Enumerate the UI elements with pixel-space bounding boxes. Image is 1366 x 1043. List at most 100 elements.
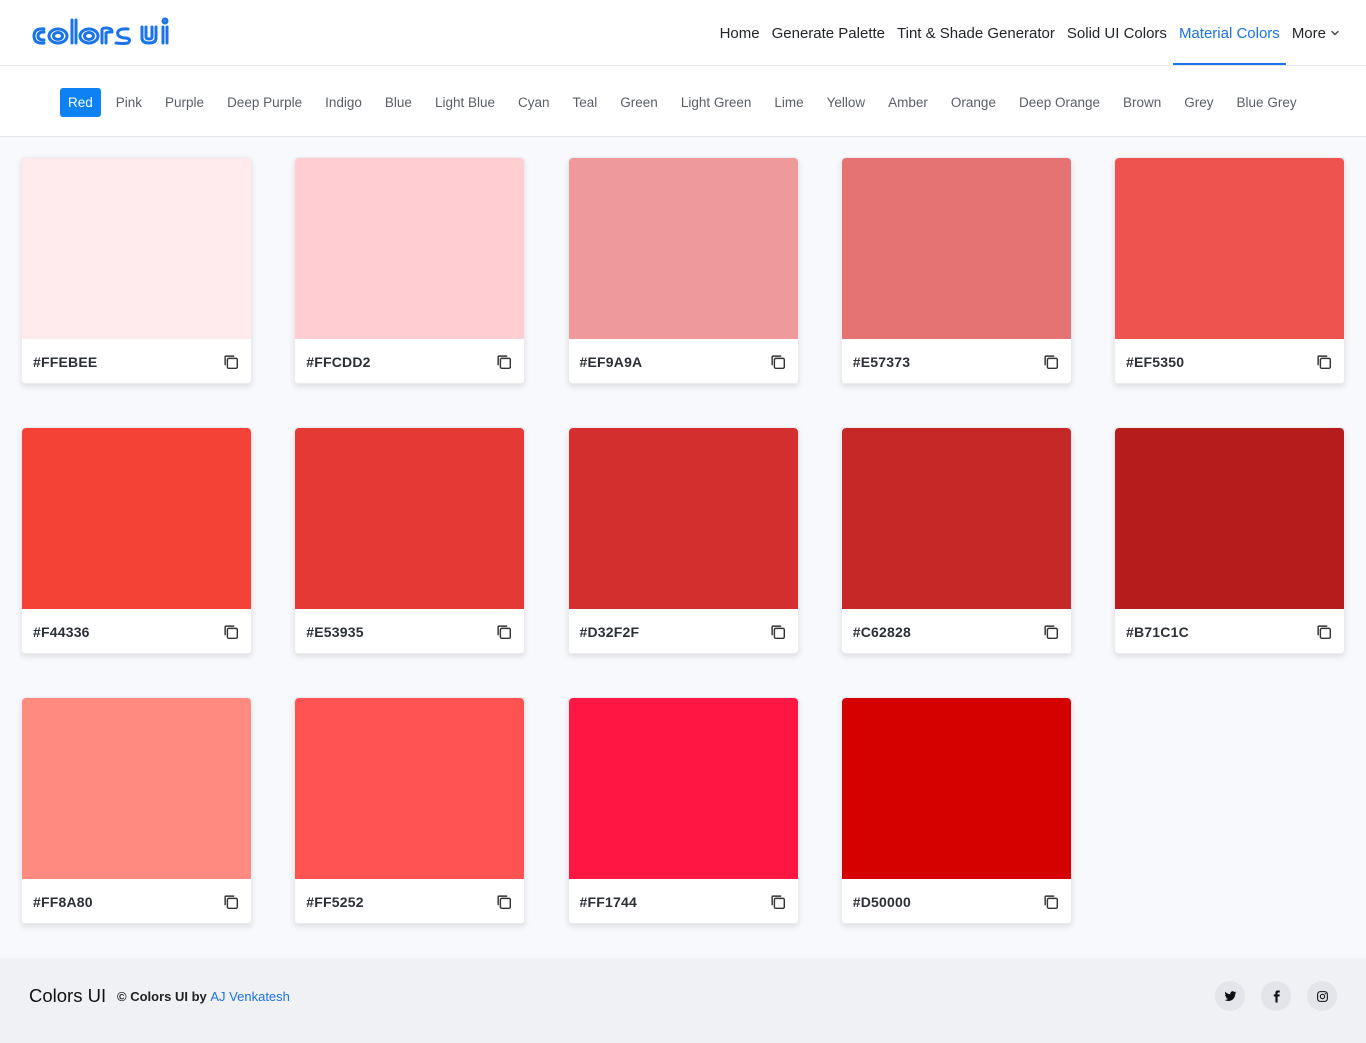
tab-amber[interactable]: Amber	[880, 88, 936, 117]
hex-code: #D32F2F	[579, 624, 640, 640]
card-footer: #FFCDD2	[295, 339, 524, 383]
card-footer: #FF8A80	[22, 879, 251, 923]
tab-light-blue[interactable]: Light Blue	[427, 88, 503, 117]
color-swatch[interactable]	[1115, 158, 1344, 339]
color-card: #F44336	[21, 427, 252, 654]
color-swatch[interactable]	[22, 428, 251, 609]
tab-brown[interactable]: Brown	[1115, 88, 1169, 117]
copy-button[interactable]	[1041, 892, 1061, 912]
copy-icon	[497, 355, 512, 370]
tab-green[interactable]: Green	[612, 88, 666, 117]
color-card: #EF9A9A	[567, 157, 799, 384]
tab-deep-orange[interactable]: Deep Orange	[1011, 88, 1108, 117]
copy-icon	[224, 625, 239, 640]
color-swatch[interactable]	[568, 158, 798, 339]
copy-icon	[224, 355, 239, 370]
hex-code: #F44336	[33, 624, 90, 640]
author-link[interactable]: AJ Venkatesh	[210, 989, 290, 1004]
nav-generate-palette[interactable]: Generate Palette	[766, 0, 891, 66]
copy-button[interactable]	[494, 352, 514, 372]
card-footer: #FF5252	[295, 879, 524, 923]
color-card: #FF8A80	[21, 697, 252, 924]
nav-material-colors[interactable]: Material Colors	[1172, 0, 1286, 66]
hex-code: #FF8A80	[33, 894, 93, 910]
hex-code: #EF9A9A	[579, 354, 643, 370]
instagram-link[interactable]	[1307, 981, 1337, 1011]
color-card: #FF5252	[294, 697, 526, 924]
color-card: #EF5350	[1114, 157, 1345, 384]
copy-button[interactable]	[494, 892, 514, 912]
color-swatch[interactable]	[295, 158, 525, 339]
copy-icon	[1044, 625, 1058, 640]
copy-button[interactable]	[221, 352, 241, 372]
tab-yellow[interactable]: Yellow	[819, 88, 874, 117]
twitter-link[interactable]	[1215, 981, 1245, 1011]
color-swatch[interactable]	[295, 698, 525, 879]
copy-icon	[770, 625, 785, 640]
copy-icon	[497, 625, 512, 640]
color-swatch[interactable]	[841, 428, 1071, 609]
nav-solid-ui-colors[interactable]: Solid UI Colors	[1061, 0, 1173, 66]
tab-cyan[interactable]: Cyan	[510, 88, 558, 117]
copy-button[interactable]	[1314, 622, 1334, 642]
copy-button[interactable]	[1314, 352, 1334, 372]
copy-button[interactable]	[221, 892, 241, 912]
color-swatch[interactable]	[295, 428, 525, 609]
tab-grey[interactable]: Grey	[1176, 88, 1221, 117]
copy-button[interactable]	[494, 622, 514, 642]
hex-code: #E57373	[852, 354, 911, 370]
color-card: #E57373	[840, 157, 1072, 384]
color-swatch[interactable]	[1115, 428, 1344, 609]
copy-button[interactable]	[1041, 352, 1061, 372]
color-card: #FFEBEE	[21, 157, 252, 384]
nav-home[interactable]: Home	[714, 0, 766, 66]
card-footer: #FF1744	[569, 879, 798, 923]
tab-blue[interactable]: Blue	[377, 88, 420, 117]
color-swatch[interactable]	[568, 698, 798, 879]
copy-icon	[224, 895, 239, 910]
tab-pink[interactable]: Pink	[108, 88, 150, 117]
copy-icon	[1317, 625, 1332, 640]
facebook-link[interactable]	[1261, 981, 1291, 1011]
hex-code: #FFEBEE	[33, 354, 98, 370]
tab-light-green[interactable]: Light Green	[673, 88, 760, 117]
swatch-grid: #FFEBEE #FFCDD2 #EF9A9A #E57373 #EF5350 #F443…	[21, 157, 1345, 924]
hex-code: #FF5252	[306, 894, 364, 910]
hex-code: #FF1744	[579, 894, 637, 910]
color-swatch[interactable]	[22, 158, 251, 339]
tab-red[interactable]: Red	[60, 87, 101, 117]
color-swatch[interactable]	[841, 158, 1071, 339]
card-footer: #F44336	[22, 609, 251, 653]
card-footer: #D32F2F	[569, 609, 798, 653]
tab-lime[interactable]: Lime	[766, 88, 811, 117]
colors-ui-logo-icon	[32, 17, 169, 45]
tab-teal[interactable]: Teal	[565, 88, 606, 117]
logo[interactable]	[30, 14, 170, 50]
tab-blue-grey[interactable]: Blue Grey	[1229, 88, 1305, 117]
copy-button[interactable]	[768, 352, 788, 372]
color-card: #E53935	[294, 427, 526, 654]
tab-deep-purple[interactable]: Deep Purple	[219, 88, 310, 117]
copy-button[interactable]	[221, 622, 241, 642]
nav-more-dropdown[interactable]: More	[1286, 0, 1346, 66]
top-navbar: Home Generate Palette Tint & Shade Gener…	[0, 0, 1366, 66]
copy-button[interactable]	[768, 622, 788, 642]
copy-button[interactable]	[768, 892, 788, 912]
color-swatch[interactable]	[841, 698, 1071, 879]
social-links	[1215, 981, 1337, 1011]
hex-code: #D50000	[852, 894, 911, 910]
tab-orange[interactable]: Orange	[943, 88, 1004, 117]
hex-code: #E53935	[306, 624, 364, 640]
color-swatch[interactable]	[568, 428, 798, 609]
color-card: #FF1744	[567, 697, 799, 924]
tab-purple[interactable]: Purple	[157, 88, 212, 117]
footer-brand: Colors UI	[29, 985, 107, 1006]
card-footer: #E53935	[295, 609, 524, 653]
card-footer: #B71C1C	[1115, 609, 1344, 653]
copy-button[interactable]	[1041, 622, 1061, 642]
color-card: #D50000	[840, 697, 1072, 924]
color-card: #D32F2F	[567, 427, 799, 654]
tab-indigo[interactable]: Indigo	[317, 88, 370, 117]
color-swatch[interactable]	[22, 698, 251, 879]
nav-tint-shade-generator[interactable]: Tint & Shade Generator	[891, 0, 1061, 66]
